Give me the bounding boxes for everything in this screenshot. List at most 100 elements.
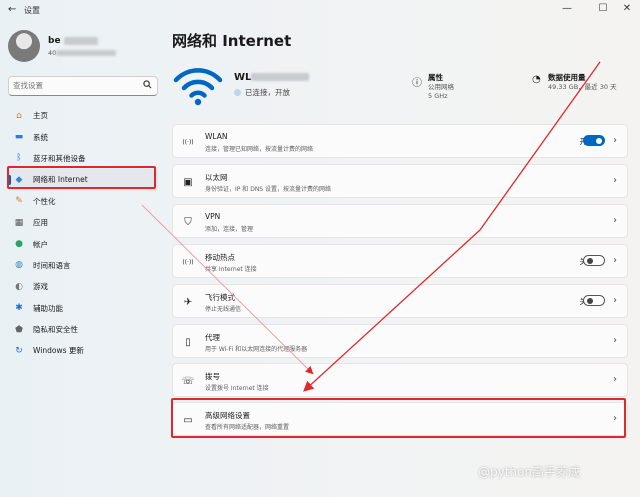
user-email: 40 [48,49,117,57]
user-name: be [48,36,98,46]
ethernet-icon: ▣ [183,176,193,188]
brush-icon: ✎ [15,196,23,207]
toggle-switch[interactable] [583,255,605,266]
chevron-right-icon: › [613,374,617,385]
sidebar-item-label: 时间和语言 [33,260,71,270]
card-title: 飞行模式 [205,293,235,302]
monitor-icon: ▬ [14,132,24,143]
toggle-knob [586,257,593,264]
data-usage-title: 数据使用量 [548,73,586,82]
chevron-right-icon: › [613,335,617,346]
avatar [8,30,40,62]
toggle-knob [596,137,602,144]
data-usage-detail: 49.33 GB，最近 30 天 [548,83,617,91]
settings-card[interactable]: ((·))移动热点共享 Internet 连接›关 [172,244,628,278]
card-subtitle: 用于 Wi-Fi 和以太网连接的代理服务器 [205,346,308,353]
accessibility-icon: ✱ [15,303,23,314]
maximize-button[interactable]: ☐ [596,3,610,14]
search-input[interactable] [13,78,133,92]
chevron-right-icon: › [613,255,617,266]
sidebar-item-label: Windows 更新 [33,346,84,356]
sidebar-item-label: 个性化 [33,196,56,206]
person-icon: ● [15,239,23,250]
back-arrow-icon[interactable]: ← [8,4,16,15]
properties-title: 属性 [428,73,443,82]
info-icon: ⓘ [412,78,422,89]
sidebar-item[interactable]: ▦ 应用 [8,212,158,233]
card-title: VPN [205,212,221,221]
close-button[interactable]: ✕ [620,3,634,14]
sidebar-item-label: 系统 [33,132,48,142]
card-subtitle: 连接，管理已知网络，按流量计费的网络 [205,146,314,153]
search-icon[interactable] [143,80,152,92]
status-dot-icon [234,89,241,96]
settings-card[interactable]: ▣ 以太网身份验证，IP 和 DNS 设置，按流量计费的网络 › [172,164,628,198]
card-title: 移动热点 [205,253,235,262]
sidebar-item-label: 辅助功能 [33,303,63,313]
card-title: 代理 [205,333,220,342]
properties-detail: 公用网络 5 GHz [428,83,454,100]
chevron-right-icon: › [613,175,617,186]
sidebar-nav: ⌂ 主页 ▬ 系统 ᛒ 蓝牙和其他设备 ◆ 网络和 Internet ✎ 个性化 ▦ 应用 ● 帐户 ◍ 时间… [8,105,158,362]
sidebar-item-label: 帐户 [33,239,48,249]
wifi-icon [173,68,223,106]
card-title: 拨号 [205,372,220,381]
title-bar: ← 设置 — ☐ ✕ [0,0,640,22]
proxy-icon: ▯ [185,336,191,348]
sidebar-item[interactable]: ◍ 时间和语言 [8,255,158,276]
sidebar-item-label: 游戏 [33,282,48,292]
page-title: 网络和 Internet [172,32,292,50]
minimize-button[interactable]: — [560,3,574,14]
card-subtitle: 共享 Internet 连接 [205,266,257,273]
sidebar-item[interactable]: ⬟ 隐私和安全性 [8,319,158,340]
home-icon: ⌂ [16,110,22,121]
network-status-hero: WL 已连接，开放 ⓘ 属性 公用网络 5 GHz ◔ 数据使用量 49.33 G… [172,64,628,108]
sidebar-item[interactable]: ▬ 系统 [8,126,158,147]
search-box[interactable] [8,76,158,96]
wifi-icon: ((·)) [182,138,194,146]
connection-status: 已连接，开放 [234,87,290,98]
card-title: 以太网 [205,173,228,182]
airplane-icon: ✈ [183,296,193,308]
toggle-knob [586,297,593,304]
network-ssid: WL [234,72,310,83]
card-subtitle: 停止无线通信 [205,306,242,313]
dialup-icon: ☏ [181,375,195,387]
apps-icon: ▦ [14,217,24,228]
sidebar-item-label: 主页 [33,111,48,121]
chevron-right-icon: › [613,135,617,146]
update-icon: ↻ [15,345,23,356]
sidebar-item[interactable]: ✱ 辅助功能 [8,298,158,319]
sidebar-item[interactable]: ⌂ 主页 [8,105,158,126]
sidebar-item-label: 应用 [33,218,48,228]
toggle-switch[interactable] [583,135,605,146]
sidebar-item[interactable]: ✎ 个性化 [8,191,158,212]
watermark: @python高手养成 [478,465,580,479]
chevron-right-icon: › [613,215,617,226]
data-usage-icon: ◔ [532,74,541,85]
sidebar-item[interactable]: ↻ Windows 更新 [8,340,158,361]
toggle-switch[interactable] [583,295,605,306]
sidebar-item[interactable]: ◐ 游戏 [8,276,158,297]
window-title: 设置 [24,6,40,15]
sidebar-item-label: 蓝牙和其他设备 [33,153,86,163]
globe-icon: ◍ [15,260,23,271]
bluetooth-icon: ᛒ [16,153,22,164]
card-title: WLAN [205,132,228,141]
chevron-right-icon: › [613,295,617,306]
card-subtitle: 身份验证，IP 和 DNS 设置，按流量计费的网络 [205,186,332,193]
settings-card[interactable]: ☏ 拨号设置拨号 Internet 连接 › [172,363,628,397]
settings-card[interactable]: ((·))WLAN连接，管理已知网络，按流量计费的网络›开 [172,124,628,158]
vpn-shield-icon: ⛉ [184,216,192,228]
shield-icon: ⬟ [15,324,23,335]
sidebar-item[interactable]: ● 帐户 [8,233,158,254]
settings-card[interactable]: ▯ 代理用于 Wi-Fi 和以太网连接的代理服务器 › [172,324,628,358]
gamepad-icon: ◐ [15,281,23,292]
card-subtitle: 设置拨号 Internet 连接 [205,385,269,392]
sidebar-item-label: 隐私和安全性 [33,325,78,335]
highlight-box-advanced [171,398,626,438]
card-subtitle: 添加，连接，管理 [205,226,254,233]
settings-card[interactable]: ✈飞行模式停止无线通信›关 [172,284,628,318]
highlight-box-network [7,166,156,189]
settings-card[interactable]: ⛉ VPN 添加，连接，管理 › [172,204,628,238]
